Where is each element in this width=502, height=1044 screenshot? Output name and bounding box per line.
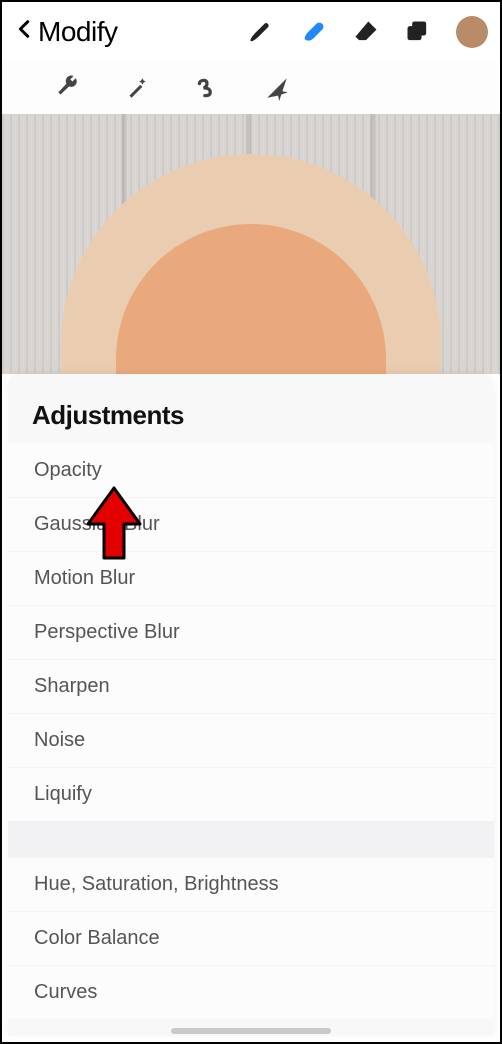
top-bar: Modify: [2, 2, 500, 62]
back-group[interactable]: Modify: [14, 15, 117, 49]
panel-title: Adjustments: [8, 374, 494, 443]
layers-tool-icon[interactable]: [404, 18, 432, 46]
adjustments-panel: Adjustments Opacity Gaussian Blur Motion…: [8, 374, 494, 1036]
adjustment-gaussian-blur[interactable]: Gaussian Blur: [8, 497, 494, 551]
eraser-tool-icon[interactable]: [352, 18, 380, 46]
canvas-area[interactable]: [2, 114, 500, 374]
list-item-label: Noise: [34, 729, 85, 752]
adjustment-curves[interactable]: Curves: [8, 965, 494, 1019]
adjustment-noise[interactable]: Noise: [8, 713, 494, 767]
canvas-dim-overlay: [2, 114, 500, 374]
list-item-label: Opacity: [34, 459, 102, 482]
smudge-tool-icon[interactable]: [300, 18, 328, 46]
top-tools: [248, 16, 488, 48]
modify-toolbar: [2, 62, 500, 114]
adjustment-opacity[interactable]: Opacity: [8, 443, 494, 497]
list-item-label: Curves: [34, 981, 97, 1004]
list-item-label: Color Balance: [34, 927, 160, 950]
list-item-label: Motion Blur: [34, 567, 135, 590]
adjustments-list: Opacity Gaussian Blur Motion Blur Perspe…: [8, 443, 494, 1019]
list-item-label: Perspective Blur: [34, 621, 180, 644]
brush-tool-icon[interactable]: [248, 18, 276, 46]
list-item-label: Gaussian Blur: [34, 513, 160, 536]
adjustment-sharpen[interactable]: Sharpen: [8, 659, 494, 713]
page-title: Modify: [38, 16, 117, 48]
transform-arrow-icon[interactable]: [262, 73, 292, 103]
adjustment-liquify[interactable]: Liquify: [8, 767, 494, 821]
magic-wand-icon[interactable]: [122, 73, 152, 103]
color-swatch[interactable]: [456, 16, 488, 48]
list-item-label: Sharpen: [34, 675, 110, 698]
app-frame: Modify: [0, 0, 502, 1044]
adjustment-hsb[interactable]: Hue, Saturation, Brightness: [8, 857, 494, 911]
adjustment-motion-blur[interactable]: Motion Blur: [8, 551, 494, 605]
back-chevron-icon: [14, 15, 36, 49]
list-item-label: Liquify: [34, 783, 92, 806]
adjustments-wrench-icon[interactable]: [52, 73, 82, 103]
home-indicator: [171, 1028, 331, 1034]
list-group-separator: [8, 821, 494, 857]
adjustment-perspective-blur[interactable]: Perspective Blur: [8, 605, 494, 659]
list-item-label: Hue, Saturation, Brightness: [34, 873, 279, 896]
selection-icon[interactable]: [192, 73, 222, 103]
adjustment-color-balance[interactable]: Color Balance: [8, 911, 494, 965]
